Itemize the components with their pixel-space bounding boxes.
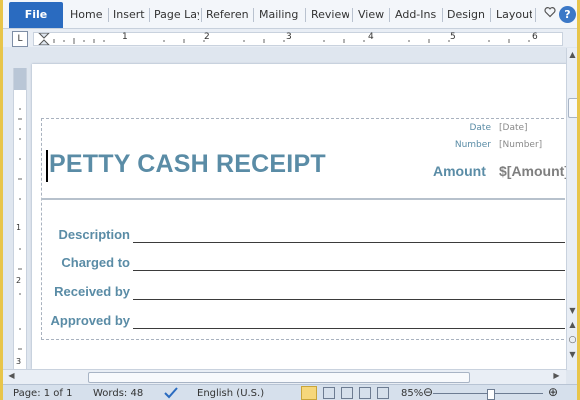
ruler-number: 5 [450, 32, 456, 42]
receipt-title[interactable]: PETTY CASH RECEIPT [49, 150, 326, 179]
indent-marker-icon[interactable] [38, 33, 50, 45]
help-icon[interactable]: ? [559, 6, 576, 23]
approved-by-label: Approved by [50, 313, 130, 328]
zoom-level[interactable]: 85% [401, 388, 423, 399]
tab-separator [389, 8, 390, 22]
tab-separator [108, 8, 109, 22]
amount-label: Amount [433, 163, 486, 179]
tab-home[interactable]: Home [70, 4, 106, 26]
proofing-icon[interactable] [163, 386, 179, 400]
zoom-in-icon[interactable]: ⊕ [548, 385, 558, 399]
ruler-number: 1 [122, 32, 128, 42]
zoom-out-icon[interactable]: ⊖ [423, 385, 433, 399]
tab-separator [442, 8, 443, 22]
heart-icon[interactable] [540, 5, 560, 25]
ruler-number: 2 [16, 276, 22, 285]
ruler-margin-area [14, 68, 26, 90]
amount-field[interactable]: $[Amount] [499, 163, 569, 179]
word-window: File Home Insert Page Lay Referen Mailin… [0, 0, 580, 400]
ruler-number: 3 [16, 357, 22, 366]
tab-insert[interactable]: Insert [113, 4, 147, 26]
ruler-number: 6 [532, 32, 538, 42]
ribbon-tab-bar: File Home Insert Page Lay Referen Mailin… [3, 0, 577, 29]
scroll-right-icon[interactable]: ▶ [551, 371, 562, 380]
tab-separator [201, 8, 202, 22]
date-label: Date [469, 123, 491, 133]
text-cursor [46, 150, 48, 182]
draft-icon[interactable] [377, 387, 389, 399]
page-count[interactable]: Page: 1 of 1 [13, 388, 72, 399]
print-layout-icon[interactable] [301, 386, 317, 400]
browse-object-icon[interactable]: ○ [567, 335, 577, 345]
tab-view[interactable]: View [358, 4, 386, 26]
zoom-slider-thumb[interactable] [487, 389, 495, 400]
tab-layout[interactable]: Layout [496, 4, 532, 26]
tab-references[interactable]: Referen [206, 4, 250, 26]
description-line[interactable] [133, 242, 565, 243]
outline-icon[interactable] [359, 387, 371, 399]
previous-page-icon[interactable]: ▲ [567, 320, 577, 329]
ruler-ticks [18, 108, 22, 350]
tab-separator [490, 8, 491, 22]
tab-selector-button[interactable]: L [12, 31, 28, 47]
tab-separator [149, 8, 150, 22]
tab-mailings[interactable]: Mailing [259, 4, 302, 26]
vertical-scroll-thumb[interactable] [568, 98, 577, 118]
tab-file[interactable]: File [9, 2, 63, 28]
tab-separator [305, 8, 306, 22]
tab-separator [352, 8, 353, 22]
tab-design[interactable]: Design [447, 4, 487, 26]
tab-separator [535, 8, 536, 22]
tab-review[interactable]: Review [311, 4, 349, 26]
word-count[interactable]: Words: 48 [93, 388, 143, 399]
vertical-ruler[interactable]: 1 2 3 [13, 68, 27, 370]
ruler-number: 1 [16, 223, 22, 232]
ruler-number: 3 [286, 32, 292, 42]
tab-page-layout[interactable]: Page Lay [154, 4, 199, 26]
horizontal-scrollbar[interactable]: ◀ ▶ [3, 369, 566, 384]
tab-separator [253, 8, 254, 22]
language-indicator[interactable]: English (U.S.) [197, 388, 264, 399]
date-field[interactable]: [Date] [499, 123, 528, 133]
ruler-number: 4 [368, 32, 374, 42]
scroll-left-icon[interactable]: ◀ [6, 371, 17, 380]
charged-to-line[interactable] [133, 270, 565, 271]
horizontal-scroll-thumb[interactable] [88, 372, 470, 383]
scroll-down-icon[interactable]: ▼ [567, 306, 577, 315]
title-divider [41, 198, 565, 200]
full-screen-icon[interactable] [323, 387, 335, 399]
received-by-line[interactable] [133, 299, 565, 300]
scroll-up-icon[interactable]: ▲ [567, 50, 577, 59]
number-label: Number [454, 140, 491, 150]
status-bar: Page: 1 of 1 Words: 48 English (U.S.) 85… [3, 384, 577, 400]
received-by-label: Received by [54, 284, 130, 299]
next-page-icon[interactable]: ▼ [567, 350, 577, 359]
description-label: Description [58, 227, 130, 242]
number-field[interactable]: [Number] [499, 140, 542, 150]
vertical-scrollbar[interactable]: ▲ ▼ ▲ ○ ▼ [566, 48, 577, 370]
ruler-number: 2 [204, 32, 210, 42]
approved-by-line[interactable] [133, 328, 565, 329]
charged-to-label: Charged to [61, 255, 130, 270]
ruler-ticks [43, 38, 530, 44]
tab-add-ins[interactable]: Add-Ins [395, 4, 439, 26]
horizontal-ruler[interactable]: 1 2 3 4 5 6 [33, 32, 563, 46]
web-layout-icon[interactable] [341, 387, 353, 399]
